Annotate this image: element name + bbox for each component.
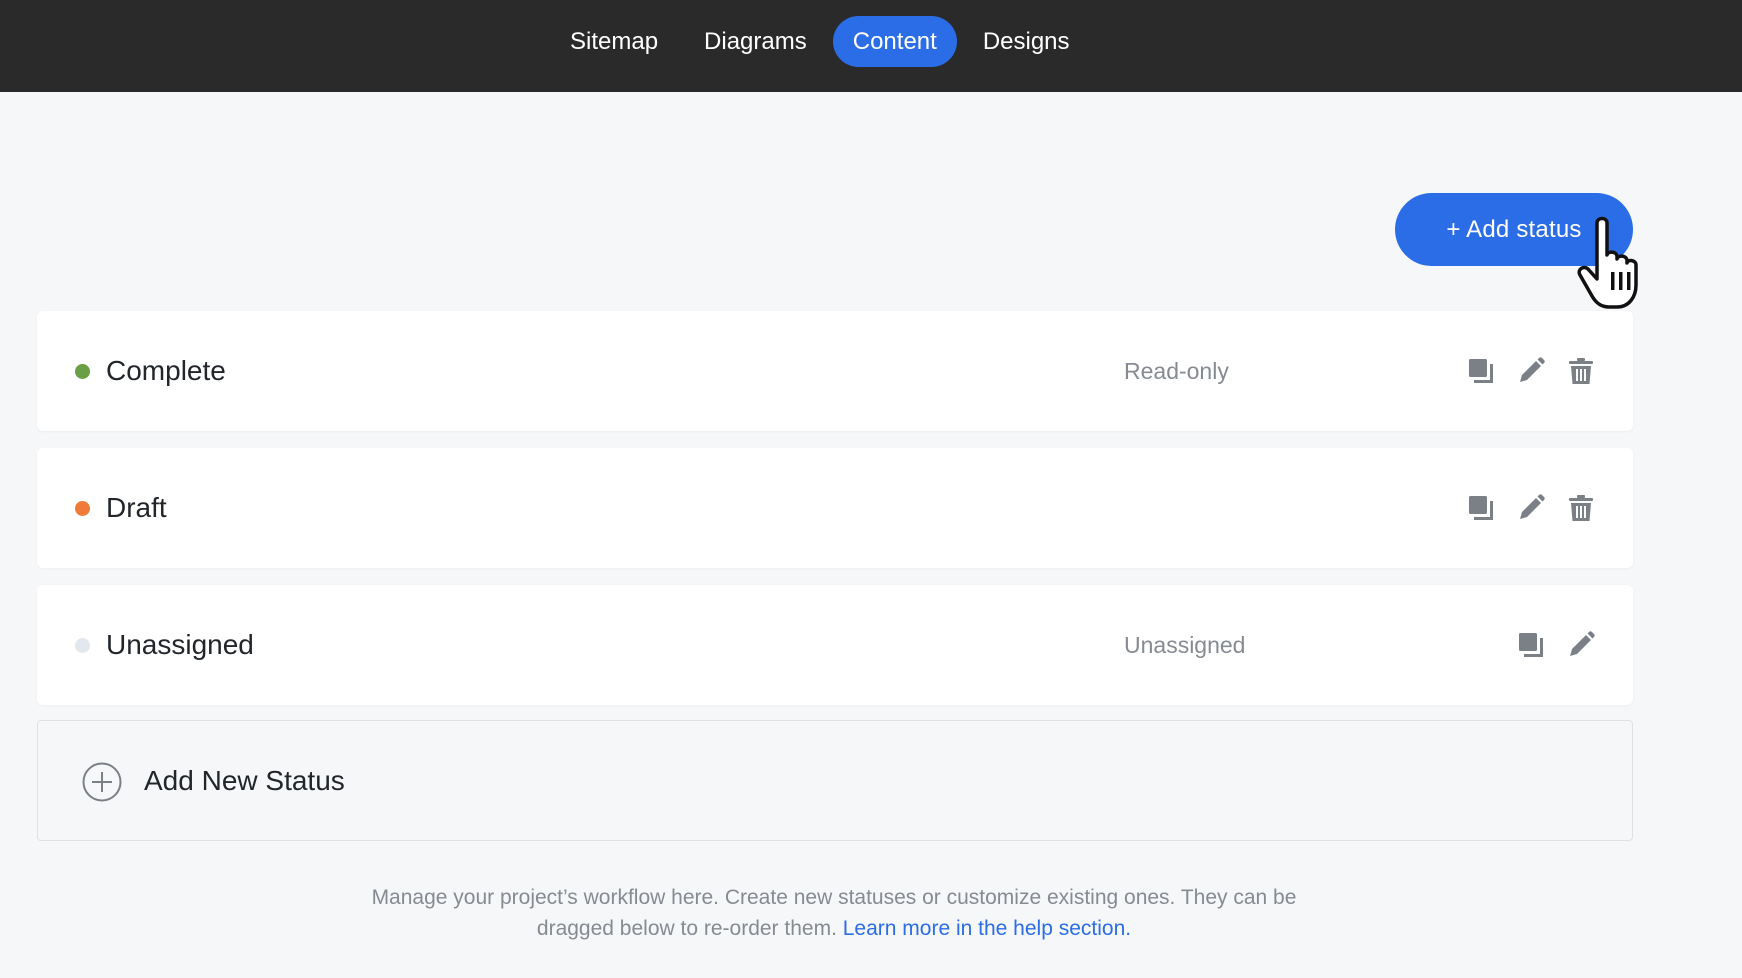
add-new-status-button[interactable]: Add New Status (37, 720, 1633, 841)
add-status-button[interactable]: + Add status (1395, 193, 1633, 266)
duplicate-icon[interactable] (1515, 629, 1547, 661)
status-dot-orange (75, 501, 90, 516)
status-row-unassigned[interactable]: Unassigned Unassigned (37, 585, 1633, 705)
status-dot-gray (75, 638, 90, 653)
help-line-1: Manage your project’s workflow here. Cre… (371, 886, 1297, 909)
help-text: Manage your project’s workflow here. Cre… (0, 882, 1668, 944)
status-name: Draft (106, 492, 167, 523)
help-line-2-wrapper: dragged below to re-order them. Learn mo… (0, 913, 1668, 944)
status-actions (1465, 311, 1597, 431)
help-section-link[interactable]: Learn more in the help section. (843, 917, 1131, 940)
status-meta-label: Unassigned (1124, 631, 1246, 658)
top-navigation-bar: Sitemap Diagrams Content Designs (0, 0, 1742, 92)
tab-content[interactable]: Content (832, 16, 957, 67)
status-actions (1515, 585, 1597, 705)
status-name: Unassigned (106, 629, 254, 660)
duplicate-icon[interactable] (1465, 355, 1497, 387)
status-name: Complete (106, 355, 226, 386)
delete-icon[interactable] (1565, 492, 1597, 524)
plus-circle-icon (82, 762, 122, 802)
tab-designs[interactable]: Designs (963, 16, 1090, 67)
edit-icon[interactable] (1515, 355, 1547, 387)
help-line-2: dragged below to re-order them. (536, 917, 837, 940)
edit-icon[interactable] (1565, 629, 1597, 661)
status-row-draft[interactable]: Draft (37, 448, 1633, 568)
nav-tabs: Sitemap Diagrams Content Designs (550, 16, 1090, 67)
status-actions (1465, 448, 1597, 568)
edit-icon[interactable] (1515, 492, 1547, 524)
tab-sitemap[interactable]: Sitemap (550, 16, 678, 67)
status-row-complete[interactable]: Complete Read-only (37, 311, 1633, 431)
status-dot-green (75, 364, 90, 379)
tab-diagrams[interactable]: Diagrams (684, 16, 827, 67)
duplicate-icon[interactable] (1465, 492, 1497, 524)
add-new-status-label: Add New Status (144, 764, 345, 796)
status-meta-label: Read-only (1124, 357, 1229, 384)
delete-icon[interactable] (1565, 355, 1597, 387)
